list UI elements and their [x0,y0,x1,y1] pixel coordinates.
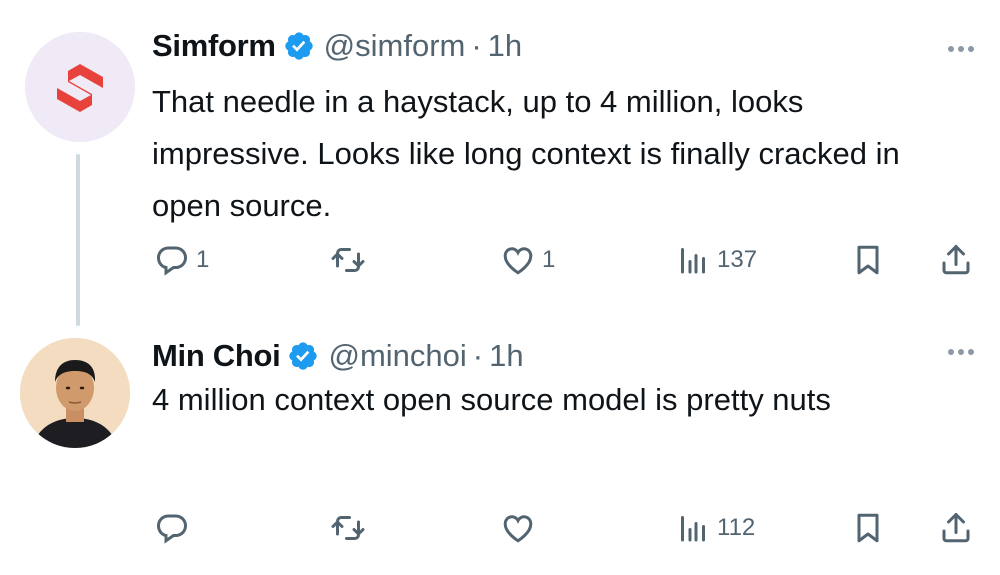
retweet-icon [331,516,365,540]
retweet-button[interactable] [330,240,372,280]
tweet-text: That needle in a haystack, up to 4 milli… [152,84,900,223]
display-name[interactable]: Simform [152,28,276,64]
tweet[interactable]: Simform @simform · 1h That needle in a h… [0,0,1000,300]
user-photo-avatar [20,338,130,448]
share-icon [942,513,970,543]
bookmark-button[interactable] [850,240,886,280]
view-count: 137 [717,246,758,273]
verified-badge-icon [289,342,318,370]
share-icon [942,245,970,275]
analytics-icon [681,248,705,274]
display-name[interactable]: Min Choi [152,338,281,374]
handle[interactable]: @simform [324,28,466,64]
action-bar: 1 1 137 [150,240,980,280]
retweet-button[interactable] [330,508,372,548]
heart-icon [503,515,533,543]
separator-dot: · [472,338,484,373]
views-button[interactable]: 112 [675,508,755,548]
handle[interactable]: @minchoi [328,338,466,374]
reply-button[interactable]: 1 [154,240,209,280]
tweet-text: 4 million context open source model is p… [152,382,831,417]
tweet[interactable]: Min Choi @minchoi · 1h 4 million context… [0,312,1000,575]
views-button[interactable]: 137 [675,240,757,280]
share-button[interactable] [938,240,974,280]
more-options-icon[interactable] [948,46,974,52]
bookmark-icon [857,513,879,543]
tweet-header: Min Choi @minchoi · 1h [152,338,524,374]
view-count: 112 [717,514,756,541]
like-count: 1 [542,246,556,273]
tweet-header: Simform @simform · 1h [152,28,522,64]
verified-badge-icon [284,32,313,60]
action-bar: 112 [150,508,980,548]
avatar[interactable] [20,338,130,448]
like-button[interactable]: 1 [500,240,555,280]
simform-logo-icon [25,32,135,142]
bookmark-button[interactable] [850,508,886,548]
reply-icon [156,514,188,544]
reply-count: 1 [196,246,210,273]
retweet-icon [331,248,365,272]
separator-dot: · [471,28,482,63]
avatar[interactable] [25,32,135,142]
timestamp[interactable]: 1h [488,28,522,64]
heart-icon [503,247,533,275]
bookmark-icon [857,245,879,275]
more-options-icon[interactable] [948,349,974,355]
share-button[interactable] [938,508,974,548]
reply-icon [156,246,188,276]
like-button[interactable] [500,508,542,548]
analytics-icon [681,516,705,542]
timestamp[interactable]: 1h [489,338,523,374]
reply-button[interactable] [154,508,196,548]
